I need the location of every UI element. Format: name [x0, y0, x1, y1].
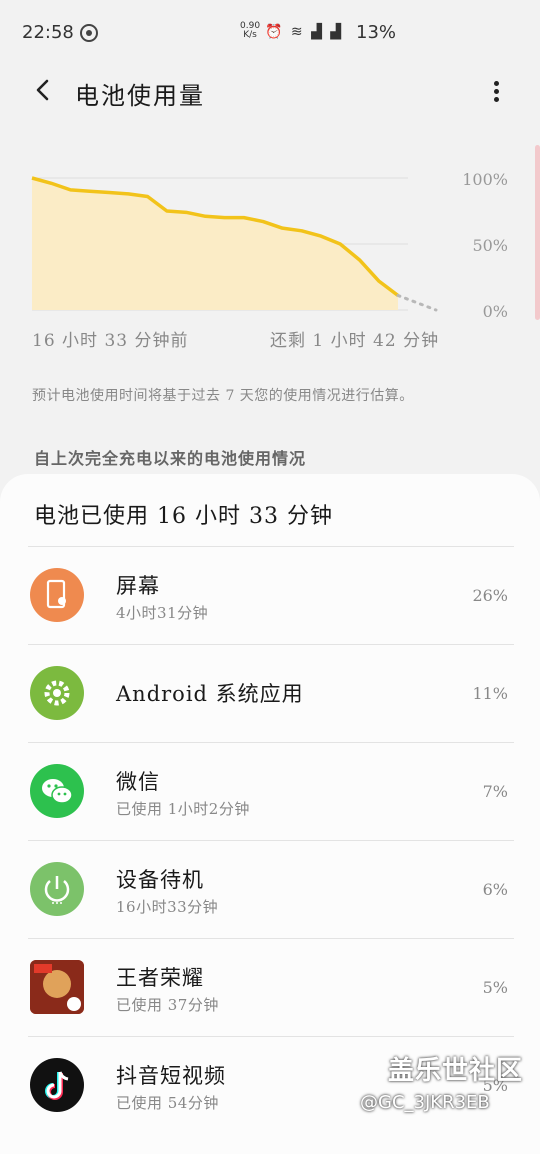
y-tick-100: 100%	[462, 170, 508, 189]
usage-total: 电池已使用 16 小时 33 分钟	[34, 504, 333, 529]
usage-row[interactable]: 微信已使用 1小时2分钟 7%	[0, 742, 540, 839]
app-name: 微信	[116, 770, 160, 794]
app-percent: 5%	[482, 978, 508, 997]
page-title: 电池使用量	[75, 82, 205, 110]
more-options-icon[interactable]	[486, 78, 506, 106]
usage-row[interactable]: 屏幕 4小时31分钟 26%	[0, 546, 540, 643]
signal-icons: ⏰ ≋ ▟ ▟	[265, 24, 344, 40]
chart-start-label: 16 小时 33 分钟前	[32, 331, 189, 351]
app-name: Android 系统应用	[116, 682, 304, 706]
row-divider	[28, 742, 514, 743]
status-time: 22:58	[22, 22, 74, 43]
y-tick-0: 0%	[482, 302, 508, 321]
app-name: 设备待机	[116, 868, 204, 892]
chart-end-label: 还剩 1 小时 42 分钟	[270, 331, 440, 351]
row-divider	[28, 1036, 514, 1037]
row-divider	[28, 840, 514, 841]
watermark-user: @GC_3JKR3EB	[360, 1092, 490, 1113]
estimate-note: 预计电池使用时间将基于过去 7 天您的使用情况进行估算。	[32, 388, 414, 404]
app-name: 抖音短视频	[116, 1064, 226, 1088]
app-usage-time: 4小时31分钟	[116, 604, 209, 622]
battery-percent: 13%	[356, 22, 397, 43]
sync-icon	[80, 24, 98, 42]
row-divider	[28, 546, 514, 547]
row-divider	[28, 938, 514, 939]
tiktok-icon	[30, 1058, 84, 1112]
app-name: 屏幕	[116, 574, 160, 598]
app-usage-time: 16小时33分钟	[116, 898, 219, 916]
usage-row[interactable]: 设备待机 16小时33分钟 6%	[0, 840, 540, 937]
app-usage-time: 已使用 54分钟	[116, 1094, 219, 1112]
battery-chart: 100% 50% 0% 16 小时 33 分钟前 还剩 1 小时 42 分钟	[0, 150, 540, 351]
app-percent: 11%	[472, 684, 508, 703]
app-usage-time: 已使用 37分钟	[116, 996, 219, 1014]
app-percent: 26%	[472, 586, 508, 605]
app-percent: 7%	[482, 782, 508, 801]
power-icon	[30, 862, 84, 916]
section-title: 自上次完全充电以来的电池使用情况	[34, 449, 307, 468]
gear-icon	[30, 666, 84, 720]
scroll-indicator	[535, 145, 540, 320]
app-name: 王者荣耀	[116, 966, 204, 990]
app-header: 电池使用量	[0, 66, 540, 118]
game-icon	[30, 960, 84, 1014]
watermark-title: 盖乐世社区	[388, 1056, 524, 1086]
wechat-icon	[30, 764, 84, 818]
back-arrow-icon[interactable]	[30, 76, 58, 104]
battery-chart-svg	[31, 176, 438, 312]
row-divider	[28, 644, 514, 645]
usage-row[interactable]: 王者荣耀已使用 37分钟 5%	[0, 938, 540, 1035]
y-tick-50: 50%	[472, 236, 508, 255]
battery-projection	[396, 293, 438, 312]
app-usage-time: 已使用 1小时2分钟	[116, 800, 250, 818]
status-bar: 22:58 0.90 K/s ⏰ ≋ ▟ ▟ 13%	[0, 0, 540, 66]
app-percent: 6%	[482, 880, 508, 899]
screen-icon	[30, 568, 84, 622]
network-speed: 0.90 K/s	[240, 21, 261, 40]
usage-row[interactable]: Android 系统应用 11%	[0, 644, 540, 741]
